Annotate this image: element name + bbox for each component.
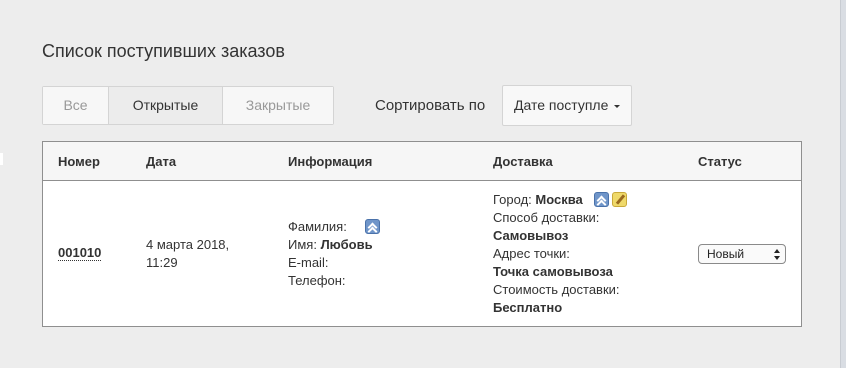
arrow-down-icon bbox=[774, 256, 780, 260]
caret-down-icon bbox=[614, 105, 620, 108]
orders-table: Номер Дата Информация Доставка Статус 00… bbox=[42, 141, 802, 327]
window-edge bbox=[840, 0, 846, 368]
order-date-time: 11:29 bbox=[146, 255, 178, 270]
email-label: E-mail: bbox=[288, 255, 329, 270]
status-select[interactable]: Новый bbox=[698, 244, 786, 264]
address-value: Точка самовывоза bbox=[493, 264, 613, 279]
name-row: Имя: Любовь bbox=[288, 236, 380, 254]
name-label: Имя: bbox=[288, 237, 317, 252]
sort-selected-value: Дате поступле bbox=[514, 97, 609, 113]
filter-open-button[interactable]: Открытые bbox=[109, 87, 223, 124]
table-row: 001010 4 марта 2018, 11:29 Фамилия: Имя:… bbox=[43, 181, 801, 326]
pencil-icon[interactable] bbox=[612, 192, 628, 207]
double-chevron-up-icon[interactable] bbox=[364, 219, 380, 234]
customer-info: Фамилия: Имя: Любовь E-mail: Телефон: bbox=[288, 218, 380, 290]
cost-label: Стоимость доставки: bbox=[493, 282, 620, 297]
surname-row: Фамилия: bbox=[288, 218, 380, 236]
order-number-link[interactable]: 001010 bbox=[58, 245, 102, 261]
surname-label: Фамилия: bbox=[288, 219, 347, 234]
header-number: Номер bbox=[58, 154, 100, 169]
cost-value: Бесплатно bbox=[493, 300, 563, 315]
filter-closed-button[interactable]: Закрытые bbox=[223, 87, 333, 124]
filter-tabs: Все Открытые Закрытые bbox=[42, 86, 334, 125]
table-header: Номер Дата Информация Доставка Статус bbox=[43, 142, 801, 181]
arrow-up-icon bbox=[774, 249, 780, 253]
city-row: Город: Москва bbox=[493, 191, 628, 209]
header-info: Информация bbox=[288, 154, 373, 169]
double-chevron-up-icon[interactable] bbox=[593, 192, 609, 207]
city-value: Москва bbox=[535, 192, 583, 207]
order-date: 4 марта 2018, 11:29 bbox=[146, 236, 266, 272]
order-date-day: 4 марта 2018, bbox=[146, 237, 230, 252]
page-title: Список поступивших заказов bbox=[42, 41, 285, 61]
delivery-info: Город: Москва Способ доставки: Самовывоз… bbox=[493, 191, 628, 317]
method-value: Самовывоз bbox=[493, 228, 569, 243]
phone-label: Телефон: bbox=[288, 273, 346, 288]
header-status: Статус bbox=[698, 154, 742, 169]
left-edge-mark bbox=[0, 153, 3, 165]
name-value: Любовь bbox=[320, 237, 373, 252]
status-value: Новый bbox=[707, 247, 745, 261]
method-label: Способ доставки: bbox=[493, 210, 600, 225]
header-delivery: Доставка bbox=[493, 154, 553, 169]
city-label: Город: bbox=[493, 192, 532, 207]
sort-dropdown[interactable]: Дате поступле bbox=[502, 85, 632, 126]
header-date: Дата bbox=[146, 154, 177, 169]
sort-label: Сортировать по bbox=[375, 97, 486, 114]
filter-all-button[interactable]: Все bbox=[43, 87, 109, 124]
address-label: Адрес точки: bbox=[493, 246, 570, 261]
